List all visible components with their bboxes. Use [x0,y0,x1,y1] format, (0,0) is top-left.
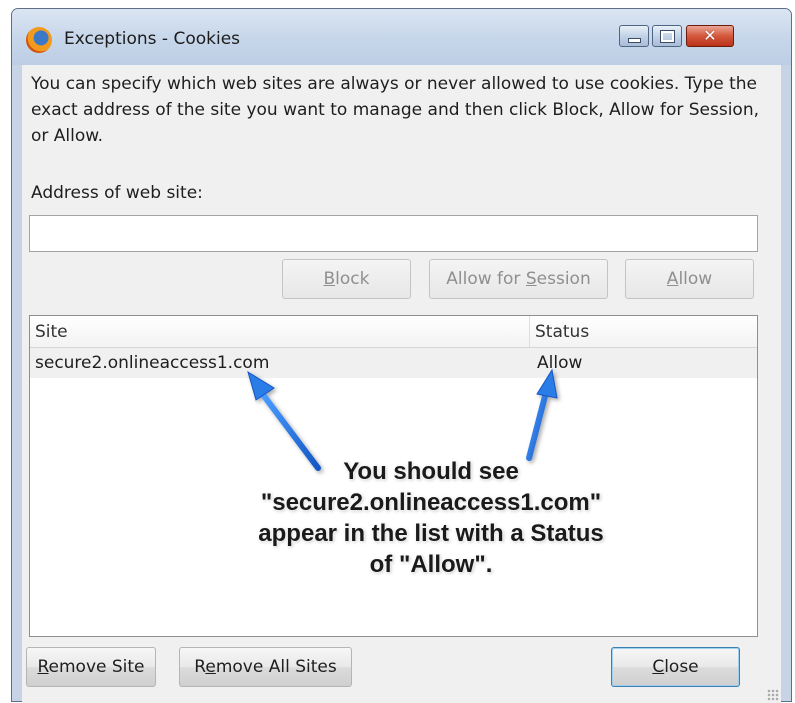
column-header-site[interactable]: Site [30,316,530,347]
site-list[interactable]: Site Status secure2.onlineaccess1.com Al… [29,315,758,637]
column-header-status[interactable]: Status [530,316,757,347]
exceptions-cookies-window: Exceptions - Cookies ✕ You can specify w… [11,8,792,703]
remove-all-sites-button[interactable]: Remove All Sites [179,647,352,687]
address-label: Address of web site: [31,183,203,203]
list-row[interactable]: secure2.onlineaccess1.com Allow [30,348,757,378]
block-button[interactable]: Block [282,259,411,299]
minimize-icon [627,37,641,43]
firefox-icon [26,27,52,53]
intro-text: You can specify which web sites are alwa… [31,74,760,146]
dialog-body: You can specify which web sites are alwa… [22,65,781,703]
window-title: Exceptions - Cookies [64,29,241,49]
title-bar[interactable]: Exceptions - Cookies ✕ [12,9,791,65]
list-header: Site Status [30,316,757,348]
window-close-button[interactable]: ✕ [686,25,734,47]
column-header-label: Status [535,322,590,342]
allow-button[interactable]: Allow [625,259,754,299]
resize-grip-icon[interactable] [767,689,779,701]
close-button[interactable]: Close [611,647,740,687]
allow-for-session-button[interactable]: Allow for Session [429,259,608,299]
address-input[interactable] [29,215,758,252]
site-cell: secure2.onlineaccess1.com [35,353,270,373]
remove-site-button[interactable]: Remove Site [26,647,156,687]
column-header-label: Site [35,322,68,342]
close-icon: ✕ [703,26,717,45]
maximize-icon [659,29,675,43]
maximize-button[interactable] [652,25,682,47]
minimize-button[interactable] [619,25,649,47]
status-cell: Allow [537,353,583,373]
